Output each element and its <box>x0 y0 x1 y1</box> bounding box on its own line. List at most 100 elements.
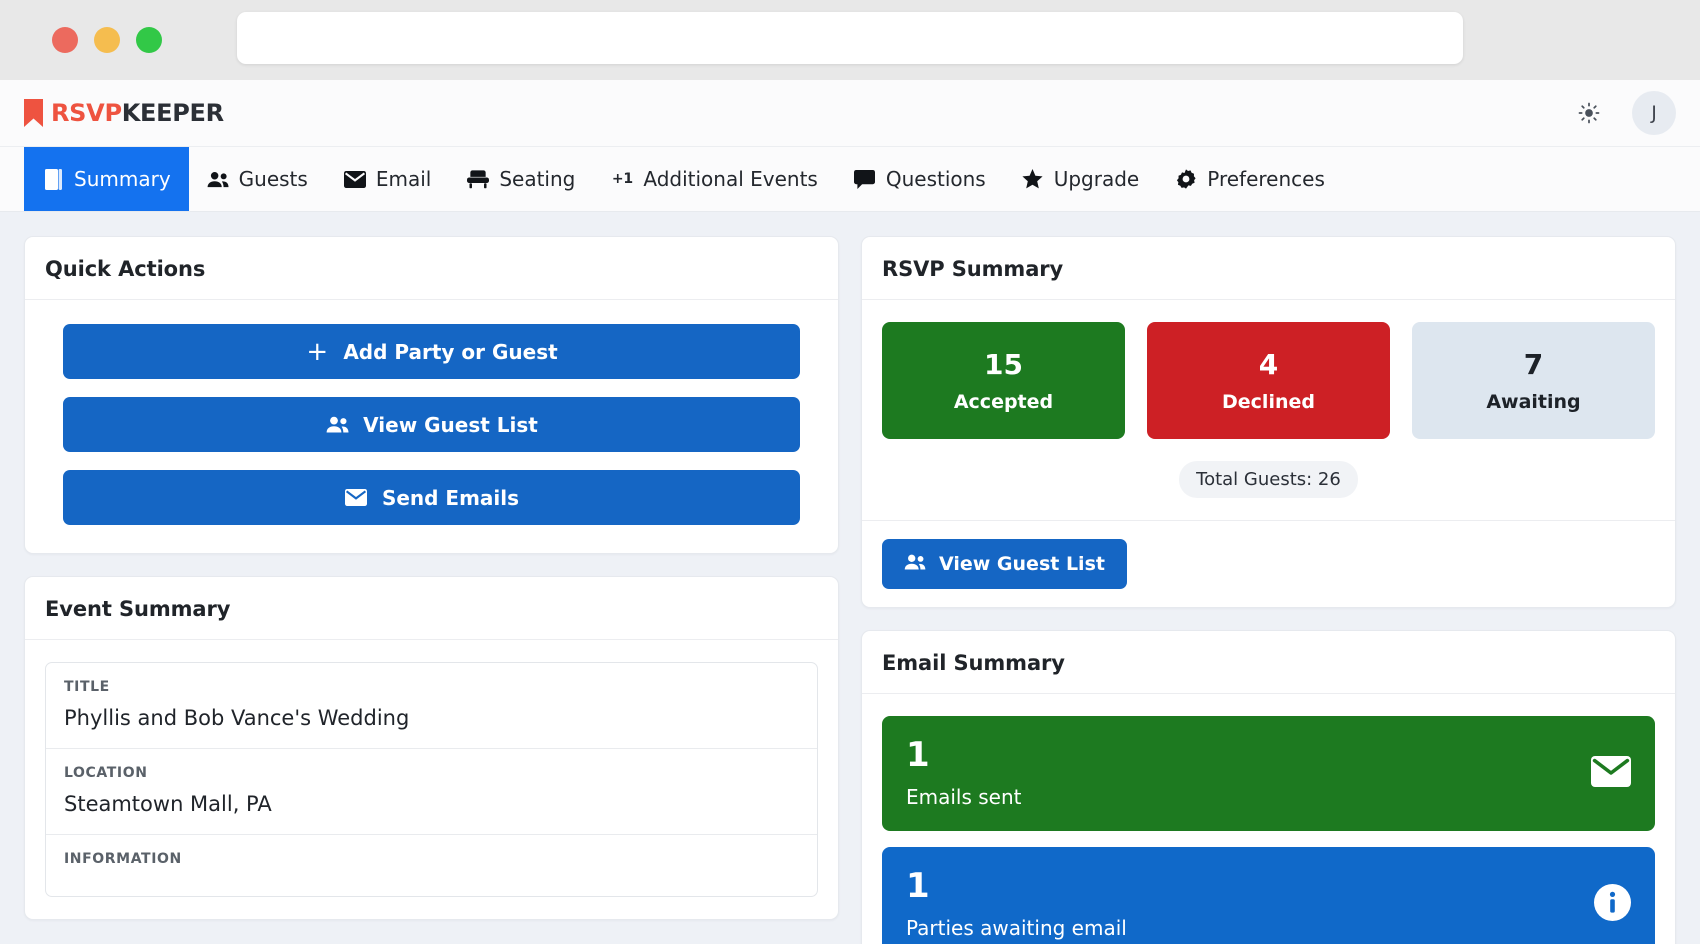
email-stat-count: 1 <box>906 734 930 775</box>
field-label: INFORMATION <box>64 851 182 867</box>
rsvp-summary-card: RSVP Summary 15 Accepted 4 Declined 7 Aw… <box>861 236 1676 608</box>
plus-one-icon: +1 <box>611 171 633 187</box>
app-header: RSVPKEEPER J <box>0 80 1700 147</box>
total-guests-wrapper: Total Guests: 26 <box>882 460 1655 498</box>
close-window-button[interactable] <box>52 27 78 53</box>
email-stat-text: 1 Parties awaiting email <box>906 869 1127 940</box>
app-viewport: RSVPKEEPER J Summary Guests Email Seatin… <box>0 80 1700 944</box>
field-value: Steamtown Mall, PA <box>64 792 272 816</box>
event-fields: TITLE Phyllis and Bob Vance's Wedding LO… <box>45 662 818 897</box>
view-guest-list-button[interactable]: View Guest List <box>63 397 800 452</box>
tab-label: Seating <box>499 167 576 191</box>
book-icon <box>42 168 64 190</box>
minimize-window-button[interactable] <box>94 27 120 53</box>
chair-icon <box>467 168 490 190</box>
logo-text-secondary: KEEPER <box>121 99 224 127</box>
browser-chrome <box>0 0 1700 80</box>
event-summary-body: TITLE Phyllis and Bob Vance's Wedding LO… <box>25 640 838 919</box>
info-icon <box>1594 883 1631 925</box>
button-label: View Guest List <box>363 412 538 437</box>
quick-actions-header: Quick Actions <box>25 237 838 300</box>
url-bar[interactable] <box>237 12 1463 64</box>
total-guests-badge: Total Guests: 26 <box>1179 460 1358 498</box>
bookmark-icon <box>24 99 43 127</box>
dashboard-content: Quick Actions + Add Party or Guest View … <box>0 212 1700 944</box>
tab-guests[interactable]: Guests <box>189 147 326 211</box>
rsvp-view-guest-list-button[interactable]: View Guest List <box>882 538 1127 589</box>
stat-card-awaiting[interactable]: 7 Awaiting <box>1412 322 1655 439</box>
stat-count: 4 <box>1258 348 1279 381</box>
people-icon <box>325 413 349 437</box>
stat-label: Declined <box>1222 390 1315 413</box>
event-field-location: LOCATION Steamtown Mall, PA <box>46 749 817 835</box>
event-summary-card: Event Summary TITLE Phyllis and Bob Vanc… <box>24 576 839 920</box>
comment-icon <box>854 168 876 190</box>
plus-icon: + <box>306 336 329 367</box>
email-stat-text: 1 Emails sent <box>906 738 1022 809</box>
stat-card-declined[interactable]: 4 Declined <box>1147 322 1390 439</box>
envelope-icon <box>1591 755 1631 791</box>
card-title: Event Summary <box>45 597 231 621</box>
stat-count: 7 <box>1523 348 1544 381</box>
quick-actions-body: + Add Party or Guest View Guest List Sen… <box>25 300 838 553</box>
stat-label: Awaiting <box>1486 390 1581 413</box>
tab-summary[interactable]: Summary <box>24 147 189 211</box>
header-actions: J <box>1574 91 1676 135</box>
button-label: Send Emails <box>381 485 520 510</box>
email-summary-card: Email Summary 1 Emails sent 1 Parties aw… <box>861 629 1676 944</box>
gear-icon <box>1175 168 1197 190</box>
people-icon <box>207 168 229 190</box>
stat-label: Accepted <box>953 390 1054 413</box>
stat-count: 15 <box>984 348 1023 381</box>
app-logo[interactable]: RSVPKEEPER <box>24 99 224 127</box>
sun-icon <box>1578 102 1600 124</box>
email-stat-label: Parties awaiting email <box>906 915 1127 940</box>
tab-label: Additional Events <box>643 167 818 191</box>
button-label: Add Party or Guest <box>343 339 558 364</box>
tab-seating[interactable]: Seating <box>449 147 593 211</box>
logo-text-primary: RSVP <box>51 99 122 127</box>
button-label: View Guest List <box>939 552 1105 575</box>
field-label: LOCATION <box>64 765 148 781</box>
maximize-window-button[interactable] <box>136 27 162 53</box>
star-icon <box>1022 168 1044 190</box>
field-value: Phyllis and Bob Vance's Wedding <box>64 706 410 730</box>
left-column: Quick Actions + Add Party or Guest View … <box>24 236 839 944</box>
window-controls <box>52 27 162 53</box>
rsvp-summary-footer: View Guest List <box>862 519 1675 607</box>
event-field-information: INFORMATION <box>46 835 817 896</box>
tab-label: Questions <box>885 167 986 191</box>
email-stat-card-pending[interactable]: 1 Parties awaiting email <box>882 846 1655 944</box>
right-column: RSVP Summary 15 Accepted 4 Declined 7 Aw… <box>861 236 1676 944</box>
card-title: RSVP Summary <box>882 257 1064 281</box>
card-title: Email Summary <box>882 650 1065 675</box>
event-summary-header: Event Summary <box>25 577 838 640</box>
tab-upgrade[interactable]: Upgrade <box>1004 147 1158 211</box>
add-party-or-guest-button[interactable]: + Add Party or Guest <box>63 324 800 379</box>
field-label: TITLE <box>64 679 110 695</box>
tab-email[interactable]: Email <box>326 147 450 211</box>
main-tab-bar: Summary Guests Email Seating +1 Addition… <box>0 147 1700 212</box>
tab-questions[interactable]: Questions <box>836 147 1004 211</box>
quick-actions-card: Quick Actions + Add Party or Guest View … <box>24 236 839 554</box>
tab-preferences[interactable]: Preferences <box>1157 147 1343 211</box>
stat-card-accepted[interactable]: 15 Accepted <box>882 322 1125 439</box>
tab-label: Upgrade <box>1053 167 1140 191</box>
rsvp-summary-header: RSVP Summary <box>862 237 1675 300</box>
tab-label: Email <box>375 167 432 191</box>
user-avatar[interactable]: J <box>1632 91 1676 135</box>
envelope-icon <box>343 168 366 190</box>
event-field-title: TITLE Phyllis and Bob Vance's Wedding <box>46 663 817 749</box>
tab-additional-events[interactable]: +1 Additional Events <box>593 147 835 211</box>
theme-toggle-button[interactable] <box>1574 98 1604 128</box>
send-emails-button[interactable]: Send Emails <box>63 470 800 525</box>
email-stat-count: 1 <box>906 865 930 906</box>
tab-label: Preferences <box>1207 167 1325 191</box>
rsvp-summary-body: 15 Accepted 4 Declined 7 Awaiting Total … <box>862 300 1675 520</box>
envelope-icon <box>344 486 368 510</box>
email-stat-label: Emails sent <box>906 784 1022 809</box>
email-summary-body: 1 Emails sent 1 Parties awaiting email <box>862 694 1675 944</box>
tab-label: Summary <box>74 167 171 191</box>
email-stat-card-sent[interactable]: 1 Emails sent <box>882 715 1655 831</box>
tab-label: Guests <box>238 167 308 191</box>
